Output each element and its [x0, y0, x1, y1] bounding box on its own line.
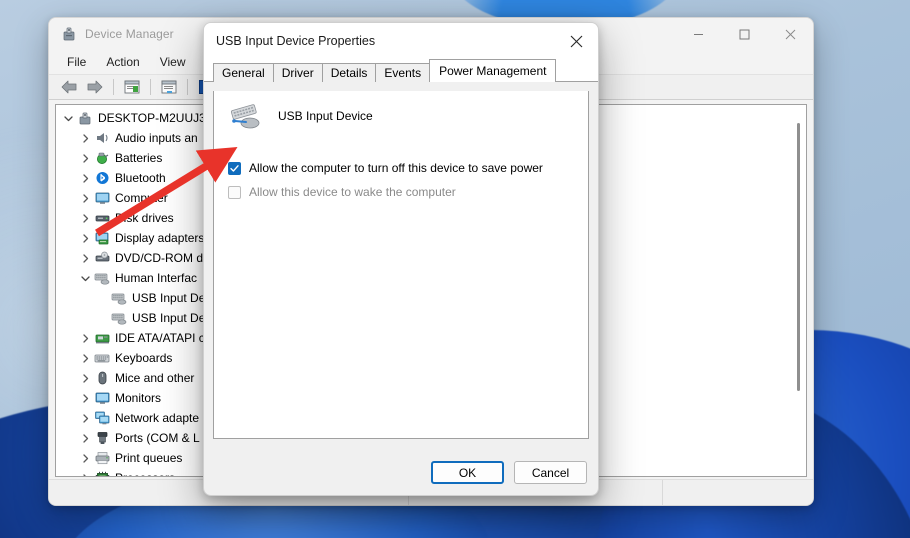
menu-action[interactable]: Action — [96, 53, 149, 71]
chevron-right-icon[interactable] — [77, 373, 93, 383]
usb-input-device-icon — [228, 101, 264, 131]
tree-item-label: Human Interfac — [115, 271, 198, 285]
chevron-right-icon[interactable] — [77, 133, 93, 143]
cancel-button[interactable]: Cancel — [514, 461, 587, 484]
menu-file[interactable]: File — [57, 53, 96, 71]
tree-item-label: Disk drives — [115, 211, 174, 225]
chevron-right-icon[interactable] — [77, 413, 93, 423]
usb-input-device-properties-dialog: USB Input Device Properties General Driv… — [203, 22, 599, 496]
chevron-right-icon[interactable] — [77, 173, 93, 183]
toolbar-separator-1 — [113, 79, 114, 95]
vertical-scrollbar[interactable] — [791, 105, 806, 476]
processor-icon — [93, 470, 111, 476]
keyboard-icon — [93, 350, 111, 366]
chevron-right-icon[interactable] — [77, 433, 93, 443]
tree-item-label: Bluetooth — [115, 171, 166, 185]
chevron-right-icon[interactable] — [77, 193, 93, 203]
display-adapter-icon — [93, 230, 111, 246]
device-manager-icon — [61, 26, 77, 42]
tab-details[interactable]: Details — [321, 63, 377, 82]
forward-icon[interactable] — [83, 76, 107, 98]
chevron-right-icon[interactable] — [77, 213, 93, 223]
device-header: USB Input Device — [214, 91, 588, 131]
chevron-right-icon[interactable] — [77, 253, 93, 263]
tree-item-label: DVD/CD-ROM d — [115, 251, 204, 265]
tab-events[interactable]: Events — [375, 63, 431, 82]
properties-icon[interactable] — [120, 76, 144, 98]
scrollbar-thumb[interactable] — [797, 123, 800, 391]
tab-general[interactable]: General — [213, 63, 274, 82]
tab-driver[interactable]: Driver — [272, 63, 323, 82]
chevron-down-icon[interactable] — [60, 114, 76, 123]
dialog-tabstrip: General Driver Details Events Power Mana… — [204, 59, 598, 82]
dialog-buttons: OK Cancel — [431, 461, 587, 484]
dialog-title: USB Input Device Properties — [216, 34, 376, 48]
allow-turn-off-checkbox-row[interactable]: Allow the computer to turn off this devi… — [228, 158, 588, 178]
toolbar-separator-2 — [150, 79, 151, 95]
hid-icon — [93, 270, 111, 286]
audio-icon — [93, 130, 111, 146]
tree-item-label: DESKTOP-M2UUJ3D — [98, 111, 215, 125]
tree-item-label: USB Input De — [132, 311, 206, 325]
computer-root-icon — [76, 110, 94, 126]
computer-icon — [93, 190, 111, 206]
chevron-down-icon[interactable] — [77, 274, 93, 283]
tree-item-label: Computer — [115, 191, 168, 205]
dialog-close-icon[interactable] — [554, 23, 598, 59]
tree-item-label: USB Input De — [132, 291, 206, 305]
monitor-icon — [93, 390, 111, 406]
tree-item-label: Display adapters — [115, 231, 205, 245]
network-adapter-icon — [93, 410, 111, 426]
tree-item-label: IDE ATA/ATAPI c — [115, 331, 205, 345]
allow-wake-checkbox-row: Allow this device to wake the computer — [228, 182, 588, 202]
tree-item-label: Print queues — [115, 451, 183, 465]
checkmark-icon — [230, 164, 239, 172]
tree-item-label: Ports (COM & L — [115, 431, 200, 445]
minimize-button[interactable] — [675, 18, 721, 50]
tree-item-label: Batteries — [115, 151, 163, 165]
printer-icon — [93, 450, 111, 466]
ide-controller-icon — [93, 330, 111, 346]
allow-wake-label: Allow this device to wake the computer — [249, 185, 456, 199]
chevron-right-icon[interactable] — [77, 153, 93, 163]
allow-wake-checkbox — [228, 185, 241, 199]
dialog-titlebar[interactable]: USB Input Device Properties — [204, 23, 598, 59]
hid-icon — [110, 310, 128, 326]
maximize-button[interactable] — [721, 18, 767, 50]
ok-button[interactable]: OK — [431, 461, 504, 484]
tree-item-label: Audio inputs an — [115, 131, 198, 145]
chevron-right-icon[interactable] — [77, 473, 93, 476]
allow-turn-off-checkbox[interactable] — [228, 161, 241, 175]
device-name-label: USB Input Device — [278, 109, 373, 123]
power-management-page: USB Input Device Allow the computer to t… — [213, 91, 589, 439]
dvd-drive-icon — [93, 250, 111, 266]
allow-turn-off-label: Allow the computer to turn off this devi… — [249, 161, 543, 175]
power-options-group: Allow the computer to turn off this devi… — [214, 131, 588, 202]
hid-icon — [110, 290, 128, 306]
disk-drive-icon — [93, 210, 111, 226]
tree-item-label: Mice and other — [115, 371, 195, 385]
battery-icon — [93, 150, 111, 166]
tree-item-label: Network adapte — [115, 411, 200, 425]
tree-item-label: Processors — [115, 471, 175, 476]
device-manager-title: Device Manager — [85, 27, 174, 41]
menu-view[interactable]: View — [150, 53, 196, 71]
tab-power-management[interactable]: Power Management — [429, 59, 557, 82]
port-icon — [93, 430, 111, 446]
chevron-right-icon[interactable] — [77, 393, 93, 403]
close-button[interactable] — [767, 18, 813, 50]
bluetooth-icon — [93, 170, 111, 186]
chevron-right-icon[interactable] — [77, 233, 93, 243]
tree-item-label: Keyboards — [115, 351, 173, 365]
chevron-right-icon[interactable] — [77, 333, 93, 343]
toolbar-separator-3 — [187, 79, 188, 95]
chevron-right-icon[interactable] — [77, 453, 93, 463]
back-icon[interactable] — [57, 76, 81, 98]
tree-item-label: Monitors — [115, 391, 162, 405]
window-controls — [675, 18, 813, 50]
mouse-icon — [93, 370, 111, 386]
show-hide-console-tree-icon[interactable] — [157, 76, 181, 98]
chevron-right-icon[interactable] — [77, 353, 93, 363]
